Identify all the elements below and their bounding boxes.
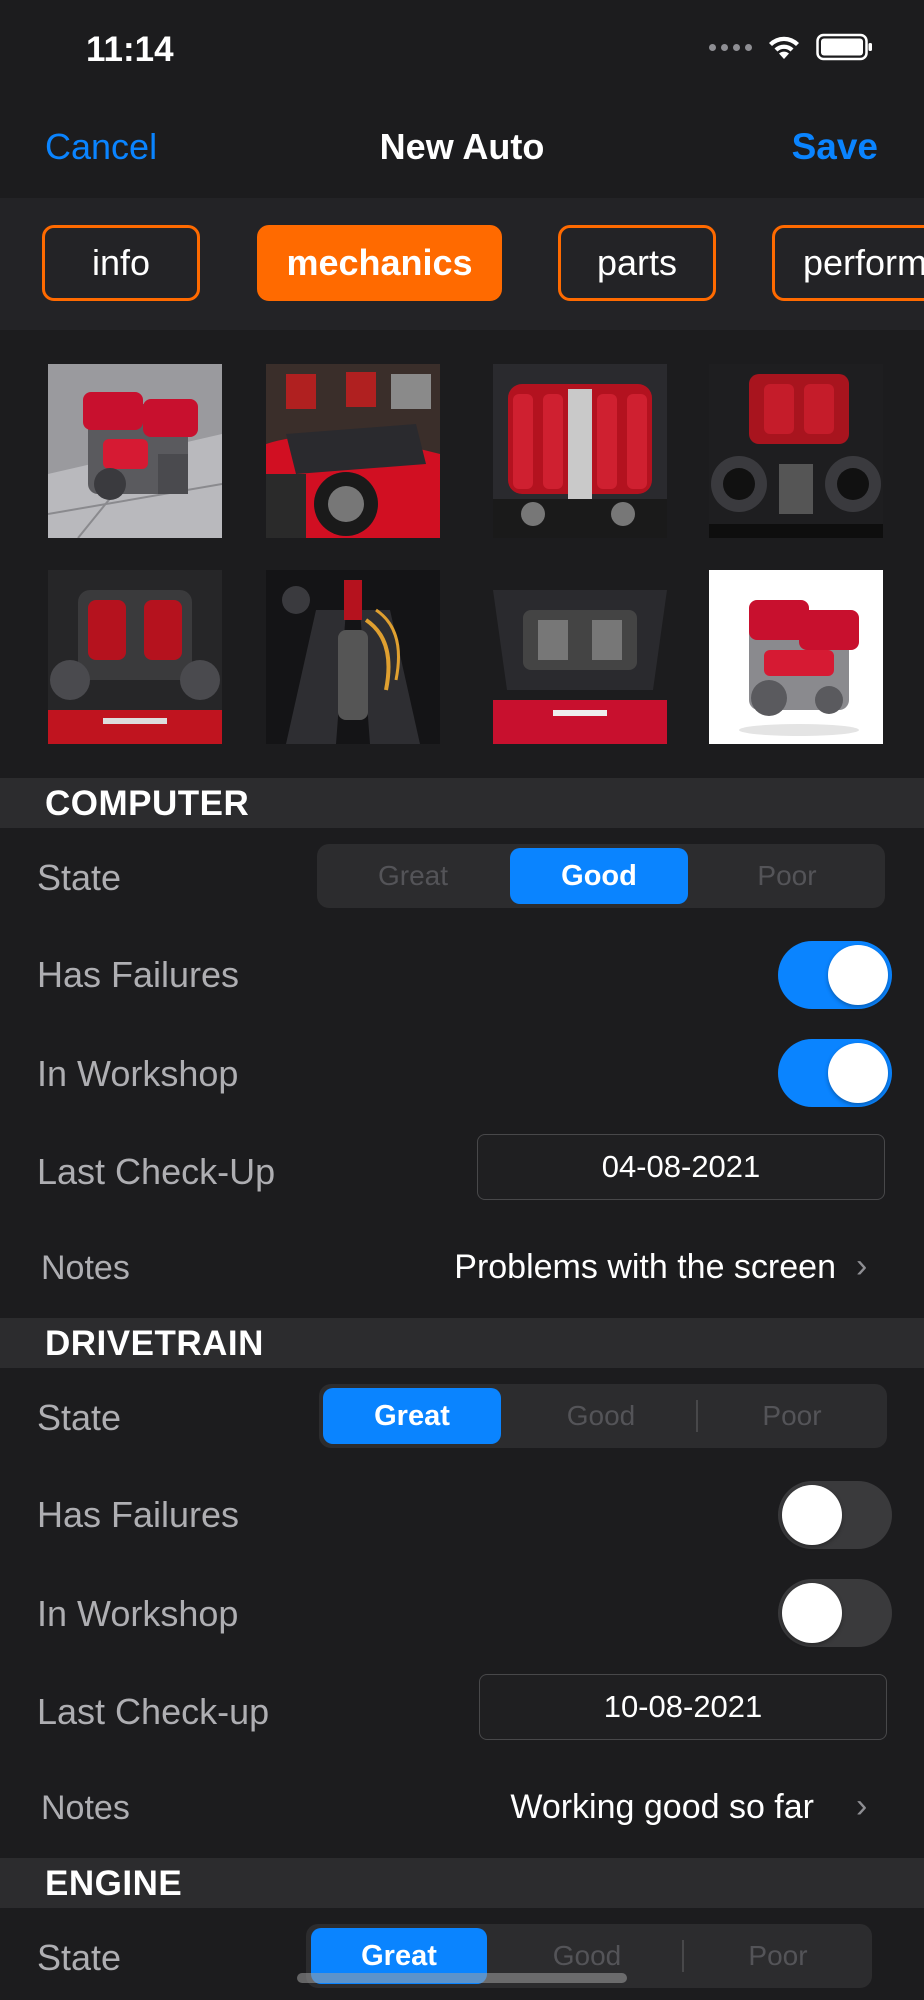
section-header-drivetrain: DRIVETRAIN (0, 1318, 924, 1368)
computer-last-checkup-label: Last Check-Up (37, 1151, 276, 1192)
computer-notes-value[interactable]: Problems with the screen (454, 1248, 836, 1287)
home-indicator[interactable] (297, 1973, 627, 1983)
engine-state-poor[interactable]: Poor (688, 1928, 868, 1984)
status-icons (709, 33, 874, 61)
drivetrain-in-workshop-label: In Workshop (37, 1593, 239, 1634)
tab-info[interactable]: info (42, 225, 200, 301)
category-tabs: info mechanics parts perform (0, 198, 924, 330)
section-title-computer: COMPUTER (45, 784, 250, 823)
battery-icon (816, 33, 872, 61)
tab-performance[interactable]: perform (772, 225, 924, 301)
engine-state-label: State (37, 1937, 122, 1978)
engine-photo-2[interactable] (266, 364, 440, 538)
computer-notes-label: Notes (41, 1249, 130, 1287)
computer-has-failures-toggle[interactable] (778, 941, 892, 1009)
computer-state-good[interactable]: Good (510, 848, 688, 904)
photo-grid (0, 330, 924, 778)
engine-photo-4[interactable] (709, 364, 883, 538)
engine-photo-3[interactable] (493, 364, 667, 538)
section-header-computer: COMPUTER (0, 778, 924, 828)
drivetrain-state-label: State (37, 1397, 122, 1438)
computer-in-workshop-label: In Workshop (37, 1053, 239, 1094)
drivetrain-state-great[interactable]: Great (323, 1388, 501, 1444)
computer-state-poor[interactable]: Poor (693, 848, 881, 904)
wifi-icon (769, 36, 799, 59)
chevron-right-icon[interactable]: › (856, 1247, 867, 1286)
engine-photo-5[interactable] (48, 570, 222, 744)
drivetrain-state-poor[interactable]: Poor (701, 1388, 883, 1444)
cancel-button[interactable]: Cancel (45, 126, 157, 168)
engine-photo-8[interactable] (709, 570, 883, 744)
drivetrain-state-segmented-control[interactable]: Great Good Poor (319, 1384, 887, 1448)
drivetrain-state-good[interactable]: Good (509, 1388, 693, 1444)
drivetrain-notes-value[interactable]: Working good so far (510, 1788, 814, 1827)
drivetrain-in-workshop-toggle[interactable] (778, 1579, 892, 1647)
drivetrain-last-checkup-date-field[interactable]: 10-08-2021 (479, 1674, 887, 1740)
status-bar: 11:14 (0, 0, 924, 100)
computer-has-failures-label: Has Failures (37, 954, 240, 995)
segment-divider (696, 1400, 698, 1432)
engine-photo-6[interactable] (266, 570, 440, 744)
drivetrain-has-failures-label: Has Failures (37, 1494, 240, 1535)
section-header-engine: ENGINE (0, 1858, 924, 1908)
computer-last-checkup-date-field[interactable]: 04-08-2021 (477, 1134, 885, 1200)
engine-photo-7[interactable] (493, 570, 667, 744)
chevron-right-icon[interactable]: › (856, 1787, 867, 1826)
cellular-signal-icon (709, 43, 752, 51)
section-title-drivetrain: DRIVETRAIN (45, 1324, 264, 1363)
save-button[interactable]: Save (792, 126, 878, 168)
status-time: 11:14 (86, 30, 174, 69)
section-title-engine: ENGINE (45, 1864, 183, 1903)
drivetrain-last-checkup-label: Last Check-up (37, 1691, 270, 1732)
computer-state-segmented-control[interactable]: Great Good Poor (317, 844, 885, 908)
computer-state-label: State (37, 857, 122, 898)
computer-state-great[interactable]: Great (321, 848, 505, 904)
engine-photo-1[interactable] (48, 364, 222, 538)
navigation-bar: Cancel New Auto Save (0, 100, 924, 198)
segment-divider (682, 1940, 684, 1972)
tab-parts[interactable]: parts (558, 225, 716, 301)
tab-mechanics[interactable]: mechanics (257, 225, 502, 301)
drivetrain-notes-label: Notes (41, 1789, 130, 1827)
drivetrain-has-failures-toggle[interactable] (778, 1481, 892, 1549)
computer-in-workshop-toggle[interactable] (778, 1039, 892, 1107)
